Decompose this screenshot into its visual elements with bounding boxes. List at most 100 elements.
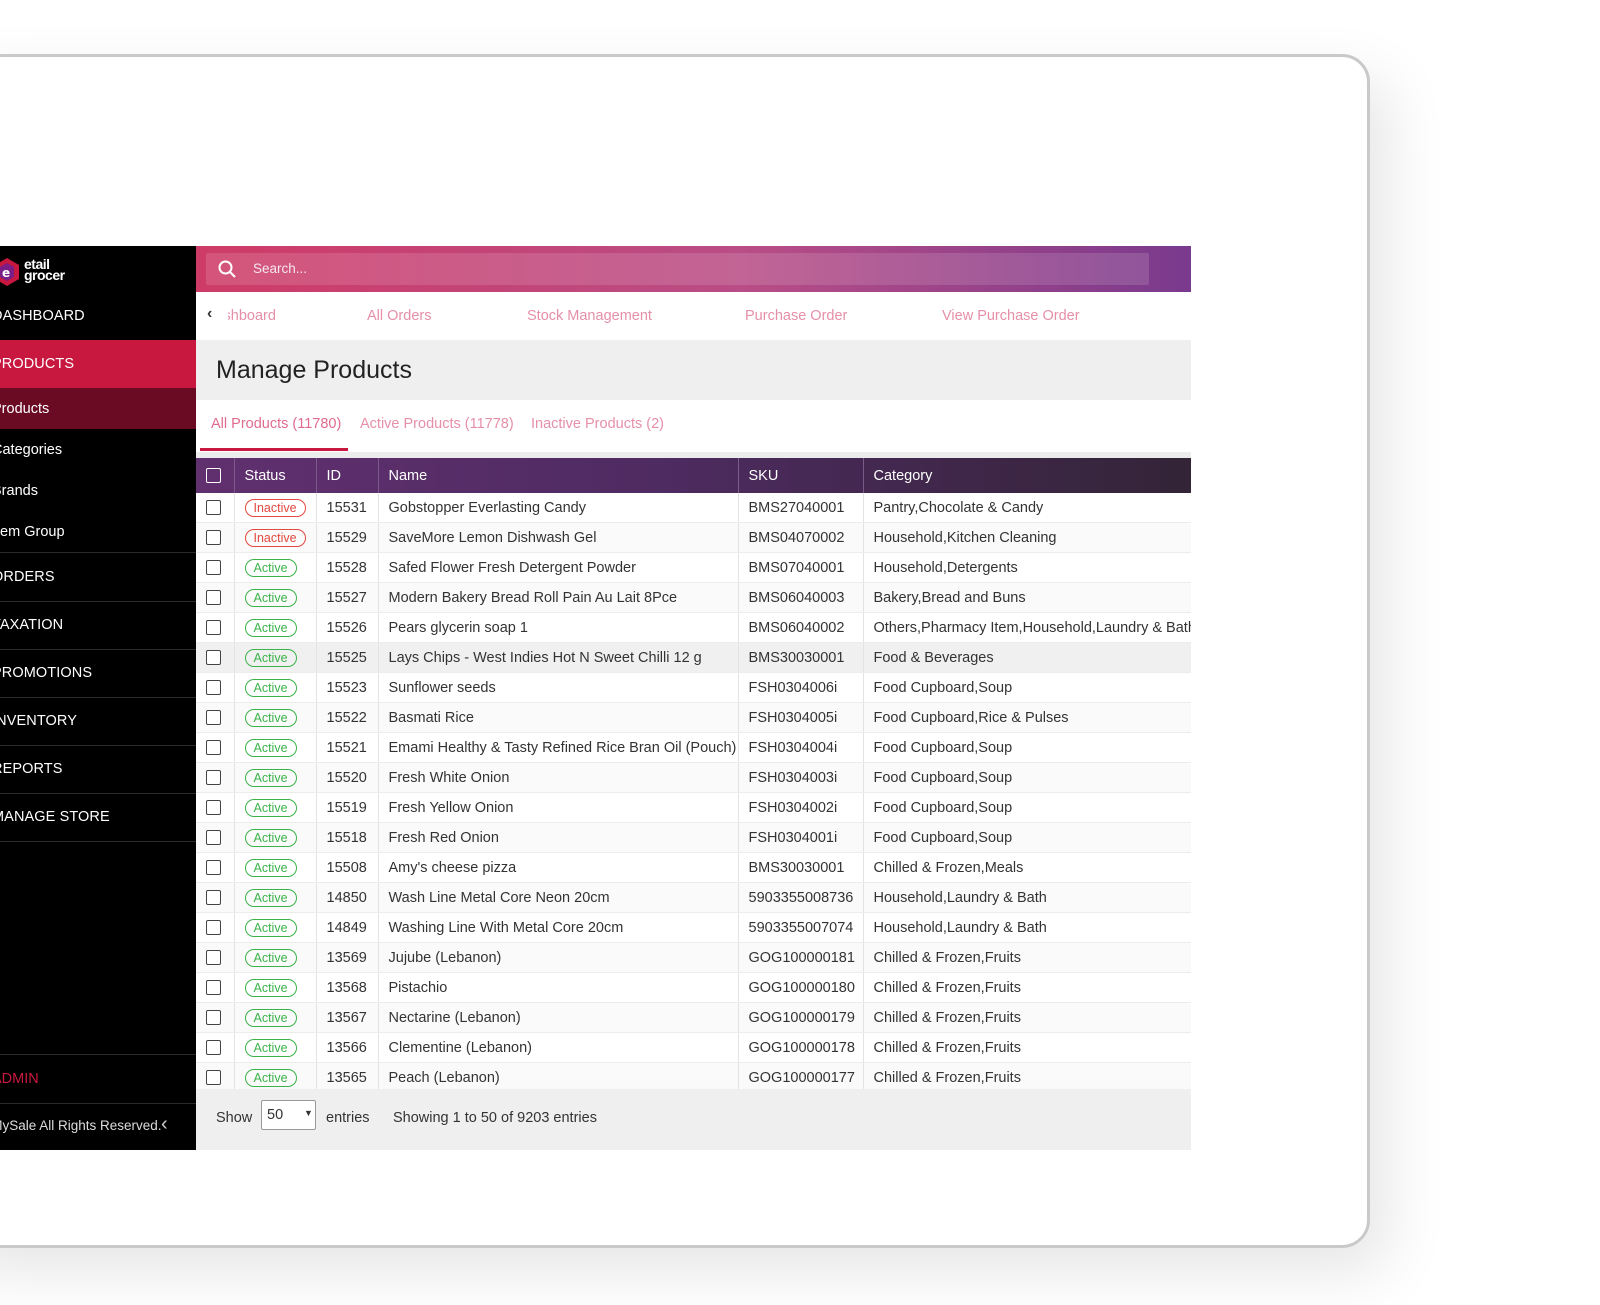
table-row[interactable]: Active 15519 Fresh Yellow Onion FSH0304002i… xyxy=(196,792,1191,823)
product-name-link[interactable]: Pears glycerin soap 1 xyxy=(378,612,739,643)
product-name-link[interactable]: Modern Bakery Bread Roll Pain Au Lait 8P… xyxy=(378,582,739,613)
table-row[interactable]: Active 15526 Pears glycerin soap 1 BMS06040… xyxy=(196,612,1191,643)
tab-all-products[interactable]: All Products (11780) xyxy=(211,416,341,432)
row-checkbox[interactable] xyxy=(206,500,221,516)
sidebar-item-taxation[interactable]: TAXATION xyxy=(0,601,196,650)
product-name-link[interactable]: Amy's cheese pizza xyxy=(378,852,739,883)
product-name-link[interactable]: Jujube (Lebanon) xyxy=(378,942,739,973)
sidebar-subitem-products[interactable]: Products xyxy=(0,388,196,429)
row-checkbox[interactable] xyxy=(206,1070,221,1086)
row-checkbox[interactable] xyxy=(206,770,221,786)
product-name-link[interactable]: Washing Line With Metal Core 20cm xyxy=(378,912,739,943)
table-row[interactable]: Inactive 15529 SaveMore Lemon Dishwash Gel… xyxy=(196,522,1191,553)
page-size-select[interactable]: 50 ▼ xyxy=(261,1100,316,1130)
product-name-link[interactable]: Basmati Rice xyxy=(378,702,739,733)
id-cell: 13566 xyxy=(316,1032,379,1063)
row-select-cell xyxy=(196,552,235,583)
row-checkbox[interactable] xyxy=(206,800,221,816)
table-row[interactable]: Active 13568 Pistachio GOG100000180 Chilled … xyxy=(196,972,1191,1003)
row-checkbox[interactable] xyxy=(206,710,221,726)
row-checkbox[interactable] xyxy=(206,890,221,906)
row-checkbox[interactable] xyxy=(206,1010,221,1026)
table-row[interactable]: Active 15518 Fresh Red Onion FSH0304001i Foo… xyxy=(196,822,1191,853)
table-row[interactable]: Inactive 15531 Gobstopper Everlasting Cand… xyxy=(196,493,1191,523)
search-input[interactable]: Search... xyxy=(206,253,1149,285)
product-name-link[interactable]: Emami Healthy & Tasty Refined Rice Bran … xyxy=(378,732,739,763)
sidebar-subitem-brands[interactable]: Brands xyxy=(0,470,196,511)
sidebar-item-manage-store[interactable]: MANAGE STORE xyxy=(0,793,196,842)
table-row[interactable]: Active 15508 Amy's cheese pizza BMS30030001… xyxy=(196,852,1191,883)
product-name-link[interactable]: Gobstopper Everlasting Candy xyxy=(378,493,739,523)
tab-purchase-order[interactable]: Purchase Order xyxy=(745,308,847,324)
row-checkbox[interactable] xyxy=(206,830,221,846)
table-row[interactable]: Active 13566 Clementine (Lebanon) GOG100000… xyxy=(196,1032,1191,1063)
row-checkbox[interactable] xyxy=(206,860,221,876)
product-name-link[interactable]: Fresh Yellow Onion xyxy=(378,792,739,823)
tab-stock-management[interactable]: Stock Management xyxy=(527,308,652,324)
sidebar-item-admin[interactable]: ADMIN xyxy=(0,1054,196,1104)
sku-cell: GOG100000181 xyxy=(738,942,864,973)
table-row[interactable]: Active 15523 Sunflower seeds FSH0304006i Foo… xyxy=(196,672,1191,703)
product-name-link[interactable]: Peach (Lebanon) xyxy=(378,1062,739,1093)
table-row[interactable]: Active 13569 Jujube (Lebanon) GOG100000181 C… xyxy=(196,942,1191,973)
sidebar-item-promotions[interactable]: PROMOTIONS xyxy=(0,649,196,698)
column-header-name[interactable]: Name xyxy=(378,458,739,493)
product-name-link[interactable]: Pistachio xyxy=(378,972,739,1003)
tab-dashboard[interactable]: Dashboard xyxy=(228,308,276,324)
tab-view-purchase-order[interactable]: View Purchase Order xyxy=(942,308,1080,324)
id-cell: 15531 xyxy=(316,493,379,523)
product-name-link[interactable]: Safed Flower Fresh Detergent Powder xyxy=(378,552,739,583)
column-header-sku[interactable]: SKU xyxy=(738,458,864,493)
sidebar-subitem-item-group[interactable]: Item Group xyxy=(0,511,196,553)
tab-active-products[interactable]: Active Products (11778) xyxy=(360,416,514,432)
table-row[interactable]: Active 14849 Washing Line With Metal Core … xyxy=(196,912,1191,943)
sidebar-item-orders[interactable]: ORDERS xyxy=(0,553,196,602)
table-row[interactable]: Active 15520 Fresh White Onion FSH0304003i F… xyxy=(196,762,1191,793)
table-row[interactable]: Active 13565 Peach (Lebanon) GOG100000177 Ch… xyxy=(196,1062,1191,1093)
product-name-link[interactable]: Nectarine (Lebanon) xyxy=(378,1002,739,1033)
row-checkbox[interactable] xyxy=(206,680,221,696)
category-cell: Food Cupboard,Soup xyxy=(863,672,1191,703)
column-header-id[interactable]: ID xyxy=(316,458,379,493)
row-checkbox[interactable] xyxy=(206,740,221,756)
table-row[interactable]: Active 15525 Lays Chips - West Indies Hot … xyxy=(196,642,1191,673)
sidebar-subitem-categories[interactable]: Categories xyxy=(0,429,196,470)
product-name-link[interactable]: Wash Line Metal Core Neon 20cm xyxy=(378,882,739,913)
tab-inactive-products[interactable]: Inactive Products (2) xyxy=(531,416,664,432)
product-name-link[interactable]: Fresh White Onion xyxy=(378,762,739,793)
scroll-left-icon[interactable]: ‹ xyxy=(207,305,212,323)
table-row[interactable]: Active 15527 Modern Bakery Bread Roll Pain… xyxy=(196,582,1191,613)
row-checkbox[interactable] xyxy=(206,590,221,606)
sidebar-item-products[interactable]: PRODUCTS xyxy=(0,340,196,388)
status-badge: Active xyxy=(244,888,297,907)
table-row[interactable]: Active 15521 Emami Healthy & Tasty Refined… xyxy=(196,732,1191,763)
column-header-category[interactable]: Category xyxy=(863,458,1191,493)
product-name-link[interactable]: Lays Chips - West Indies Hot N Sweet Chi… xyxy=(378,642,739,673)
product-name-link[interactable]: Clementine (Lebanon) xyxy=(378,1032,739,1063)
row-checkbox[interactable] xyxy=(206,530,221,546)
sidebar-item-dashboard[interactable]: DASHBOARD xyxy=(0,292,196,341)
product-name-link[interactable]: Sunflower seeds xyxy=(378,672,739,703)
row-checkbox[interactable] xyxy=(206,1040,221,1056)
row-checkbox[interactable] xyxy=(206,620,221,636)
collapse-sidebar-icon[interactable]: ‹ xyxy=(161,1113,168,1136)
row-checkbox[interactable] xyxy=(206,920,221,936)
row-checkbox[interactable] xyxy=(206,650,221,666)
sidebar-item-inventory[interactable]: INVENTORY xyxy=(0,697,196,746)
sidebar-item-reports[interactable]: REPORTS xyxy=(0,745,196,794)
product-name-link[interactable]: Fresh Red Onion xyxy=(378,822,739,853)
select-all-checkbox[interactable] xyxy=(206,468,221,484)
sku-cell: GOG100000177 xyxy=(738,1062,864,1093)
row-checkbox[interactable] xyxy=(206,950,221,966)
row-checkbox[interactable] xyxy=(206,980,221,996)
table-row[interactable]: Active 14850 Wash Line Metal Core Neon 20c… xyxy=(196,882,1191,913)
column-header-status[interactable]: Status xyxy=(234,458,317,493)
table-row[interactable]: Active 13567 Nectarine (Lebanon) GOG1000001… xyxy=(196,1002,1191,1033)
table-row[interactable]: Active 15528 Safed Flower Fresh Detergent … xyxy=(196,552,1191,583)
product-name-link[interactable]: SaveMore Lemon Dishwash Gel xyxy=(378,522,739,553)
brand-logo[interactable]: e etail grocer xyxy=(0,257,73,287)
table-footer: Show 50 ▼ entries Showing 1 to 50 of 920… xyxy=(196,1089,1191,1150)
table-row[interactable]: Active 15522 Basmati Rice FSH0304005i Food C… xyxy=(196,702,1191,733)
tab-all-orders[interactable]: All Orders xyxy=(367,308,431,324)
row-checkbox[interactable] xyxy=(206,560,221,576)
